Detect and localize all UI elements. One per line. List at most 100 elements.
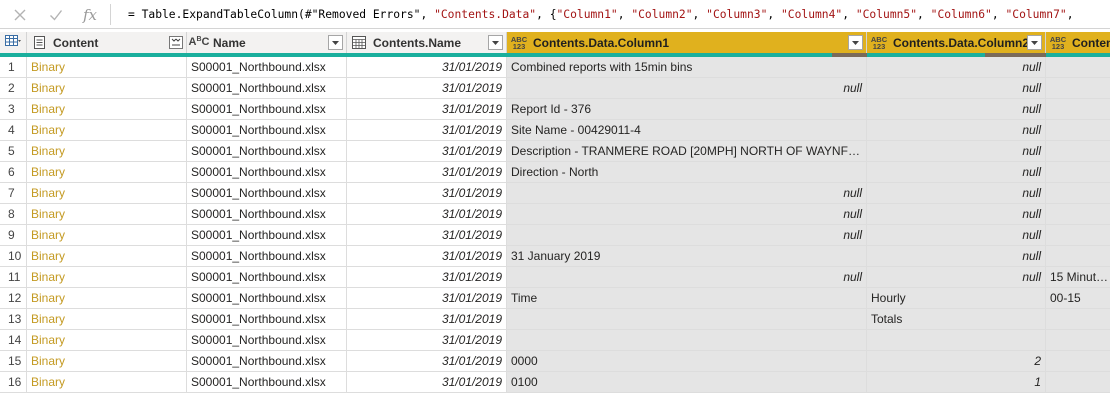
table-row[interactable]: 1 Binary S00001_Northbound.xlsx 31/01/2019 C… [0, 57, 1110, 78]
cell-contents-name[interactable]: 31/01/2019 [347, 267, 507, 287]
row-number[interactable]: 5 [0, 141, 27, 161]
cell-data1[interactable]: 31 January 2019 [507, 246, 867, 266]
table-row[interactable]: 11 Binary S00001_Northbound.xlsx 31/01/2019… [0, 267, 1110, 288]
row-number[interactable]: 2 [0, 78, 27, 98]
column-header-data1[interactable]: ABC 123 Contents.Data.Column1 [507, 32, 867, 53]
table-row[interactable]: 15 Binary S00001_Northbound.xlsx 31/01/2019… [0, 351, 1110, 372]
cell-contents-name[interactable]: 31/01/2019 [347, 78, 507, 98]
cell-data2[interactable]: null [867, 57, 1046, 77]
cell-name[interactable]: S00001_Northbound.xlsx [187, 330, 347, 350]
table-row[interactable]: 8 Binary S00001_Northbound.xlsx 31/01/2019 n… [0, 204, 1110, 225]
table-row[interactable]: 14 Binary S00001_Northbound.xlsx 31/01/2019 [0, 330, 1110, 351]
cell-contents-name[interactable]: 31/01/2019 [347, 99, 507, 119]
cell-name[interactable]: S00001_Northbound.xlsx [187, 288, 347, 308]
cell-data1[interactable]: 0100 [507, 372, 867, 392]
row-number[interactable]: 13 [0, 309, 27, 329]
cell-data1[interactable]: null [507, 78, 867, 98]
cell-data3[interactable] [1046, 141, 1110, 161]
fx-icon[interactable]: fx [74, 0, 106, 29]
cell-contents-name[interactable]: 31/01/2019 [347, 309, 507, 329]
cell-data2[interactable] [867, 330, 1046, 350]
table-menu-button[interactable] [0, 32, 27, 53]
row-number[interactable]: 11 [0, 267, 27, 287]
row-number[interactable]: 9 [0, 225, 27, 245]
cell-contents-name[interactable]: 31/01/2019 [347, 351, 507, 371]
table-row[interactable]: 13 Binary S00001_Northbound.xlsx 31/01/2019… [0, 309, 1110, 330]
row-number[interactable]: 1 [0, 57, 27, 77]
table-row[interactable]: 2 Binary S00001_Northbound.xlsx 31/01/2019 n… [0, 78, 1110, 99]
row-number[interactable]: 3 [0, 99, 27, 119]
cell-data2[interactable]: 1 [867, 372, 1046, 392]
cell-data3[interactable]: 00-15 [1046, 288, 1110, 308]
cell-data1[interactable]: Description - TRANMERE ROAD [20MPH] NORT… [507, 141, 867, 161]
column-header-data2[interactable]: ABC 123 Contents.Data.Column2 [867, 32, 1046, 53]
cell-content-binary[interactable]: Binary [27, 120, 187, 140]
column-header-data3[interactable]: ABC123 Content [1046, 32, 1110, 53]
table-row[interactable]: 10 Binary S00001_Northbound.xlsx 31/01/2019… [0, 246, 1110, 267]
cell-content-binary[interactable]: Binary [27, 351, 187, 371]
cell-data3[interactable] [1046, 183, 1110, 203]
cell-content-binary[interactable]: Binary [27, 204, 187, 224]
cell-data2[interactable]: null [867, 246, 1046, 266]
cell-contents-name[interactable]: 31/01/2019 [347, 57, 507, 77]
cell-content-binary[interactable]: Binary [27, 288, 187, 308]
table-row[interactable]: 4 Binary S00001_Northbound.xlsx 31/01/2019 … [0, 120, 1110, 141]
cell-name[interactable]: S00001_Northbound.xlsx [187, 267, 347, 287]
cell-data3[interactable] [1046, 99, 1110, 119]
cell-contents-name[interactable]: 31/01/2019 [347, 204, 507, 224]
table-row[interactable]: 5 Binary S00001_Northbound.xlsx 31/01/2019 … [0, 141, 1110, 162]
cell-data1[interactable]: 0000 [507, 351, 867, 371]
formula-input[interactable]: = Table.ExpandTableColumn(#"Removed Erro… [118, 0, 1110, 29]
cell-content-binary[interactable]: Binary [27, 309, 187, 329]
cell-data2[interactable]: Totals [867, 309, 1046, 329]
cell-content-binary[interactable]: Binary [27, 267, 187, 287]
cell-contents-name[interactable]: 31/01/2019 [347, 120, 507, 140]
table-row[interactable]: 9 Binary S00001_Northbound.xlsx 31/01/2019 n… [0, 225, 1110, 246]
cell-name[interactable]: S00001_Northbound.xlsx [187, 78, 347, 98]
cell-data2[interactable]: null [867, 183, 1046, 203]
row-number[interactable]: 4 [0, 120, 27, 140]
cell-name[interactable]: S00001_Northbound.xlsx [187, 225, 347, 245]
cell-data1[interactable] [507, 309, 867, 329]
cell-contents-name[interactable]: 31/01/2019 [347, 246, 507, 266]
cell-data1[interactable]: Direction - North [507, 162, 867, 182]
cell-contents-name[interactable]: 31/01/2019 [347, 225, 507, 245]
cell-data2[interactable]: 2 [867, 351, 1046, 371]
cell-content-binary[interactable]: Binary [27, 162, 187, 182]
chevron-down-icon[interactable] [1027, 35, 1042, 50]
cell-data3[interactable] [1046, 246, 1110, 266]
cell-data2[interactable]: null [867, 99, 1046, 119]
row-number[interactable]: 6 [0, 162, 27, 182]
checkmark-icon[interactable] [40, 0, 72, 29]
table-row[interactable]: 16 Binary S00001_Northbound.xlsx 31/01/2019… [0, 372, 1110, 393]
cell-data3[interactable] [1046, 120, 1110, 140]
cell-content-binary[interactable]: Binary [27, 78, 187, 98]
cell-name[interactable]: S00001_Northbound.xlsx [187, 204, 347, 224]
chevron-down-icon[interactable] [488, 35, 503, 50]
cell-data1[interactable]: Report Id - 376 [507, 99, 867, 119]
cell-data1[interactable]: null [507, 183, 867, 203]
cell-data2[interactable]: null [867, 162, 1046, 182]
row-number[interactable]: 8 [0, 204, 27, 224]
cell-name[interactable]: S00001_Northbound.xlsx [187, 309, 347, 329]
row-number[interactable]: 12 [0, 288, 27, 308]
cell-data3[interactable] [1046, 309, 1110, 329]
close-icon[interactable] [4, 0, 36, 29]
cell-contents-name[interactable]: 31/01/2019 [347, 372, 507, 392]
cell-data3[interactable] [1046, 204, 1110, 224]
cell-data3[interactable] [1046, 162, 1110, 182]
cell-data1[interactable]: Time [507, 288, 867, 308]
cell-name[interactable]: S00001_Northbound.xlsx [187, 57, 347, 77]
cell-content-binary[interactable]: Binary [27, 99, 187, 119]
row-number[interactable]: 16 [0, 372, 27, 392]
cell-data2[interactable]: null [867, 267, 1046, 287]
chevron-down-icon[interactable] [848, 35, 863, 50]
cell-data3[interactable] [1046, 330, 1110, 350]
cell-data2[interactable]: null [867, 204, 1046, 224]
cell-contents-name[interactable]: 31/01/2019 [347, 141, 507, 161]
cell-data3[interactable] [1046, 372, 1110, 392]
cell-content-binary[interactable]: Binary [27, 141, 187, 161]
cell-name[interactable]: S00001_Northbound.xlsx [187, 141, 347, 161]
cell-contents-name[interactable]: 31/01/2019 [347, 162, 507, 182]
cell-data2[interactable]: Hourly [867, 288, 1046, 308]
